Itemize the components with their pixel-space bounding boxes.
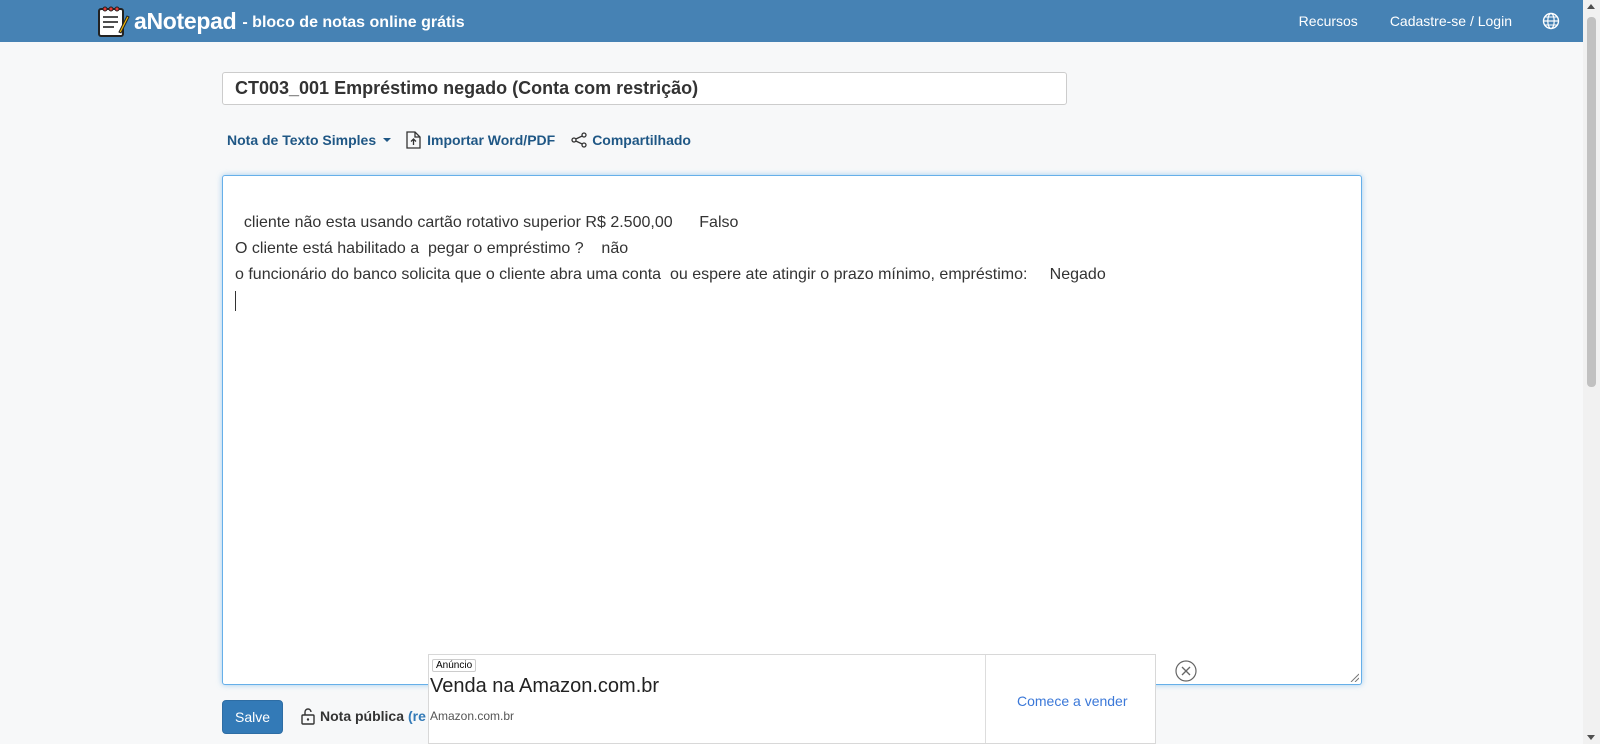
nav-resources-link[interactable]: Recursos [1299,13,1358,29]
nav-login-link[interactable]: Cadastre-se / Login [1390,13,1512,29]
note-content-textarea[interactable]: cliente não esta usando cartão rotativo … [222,175,1362,685]
scroll-up-arrow-icon[interactable] [1587,4,1595,9]
share-label: Compartilhado [592,132,691,148]
save-button[interactable]: Salve [222,700,283,734]
public-note-label: Nota pública [320,708,405,724]
note-content-text: cliente não esta usando cartão rotativo … [235,214,1106,283]
caret-down-icon [383,138,392,142]
unlock-icon [301,708,315,725]
note-toolbar: Nota de Texto Simples Importar Word/PDF … [227,131,691,149]
globe-icon[interactable] [1542,12,1560,30]
page-scrollbar[interactable] [1583,0,1600,744]
import-word-pdf-button[interactable]: Importar Word/PDF [406,131,555,149]
nav-links: Recursos Cadastre-se / Login [1299,0,1583,42]
ad-close-icon[interactable] [1175,660,1197,682]
ad-headline[interactable]: Venda na Amazon.com.br [430,675,659,698]
advertisement-banner[interactable]: Anúncio Venda na Amazon.com.br Amazon.co… [428,654,1156,744]
note-title-input[interactable] [222,72,1067,105]
brand-logo-link[interactable]: aNotepad - bloco de notas online grátis [96,4,465,38]
brand-tagline: - bloco de notas online grátis [242,14,465,31]
share-icon [571,132,587,148]
public-note-toggle[interactable]: Nota pública (re [301,707,426,725]
share-button[interactable]: Compartilhado [571,132,691,148]
note-type-dropdown[interactable]: Nota de Texto Simples [227,132,392,148]
resize-grip-icon[interactable] [1349,672,1359,682]
ad-cta-link[interactable]: Comece a vender [1017,693,1128,709]
ad-badge: Anúncio [432,659,477,672]
scroll-thumb[interactable] [1587,17,1596,387]
ad-divider [985,655,986,743]
notepad-logo-icon [98,6,130,37]
public-note-link[interactable]: (re [408,708,426,724]
import-label: Importar Word/PDF [427,132,556,148]
top-navbar: aNotepad - bloco de notas online grátis … [0,0,1583,42]
text-cursor [235,290,236,311]
ad-domain: Amazon.com.br [430,709,515,723]
scroll-down-arrow-icon[interactable] [1587,735,1595,740]
brand-name: aNotepad [134,7,237,34]
note-type-label: Nota de Texto Simples [227,132,377,148]
file-upload-icon [406,131,421,149]
